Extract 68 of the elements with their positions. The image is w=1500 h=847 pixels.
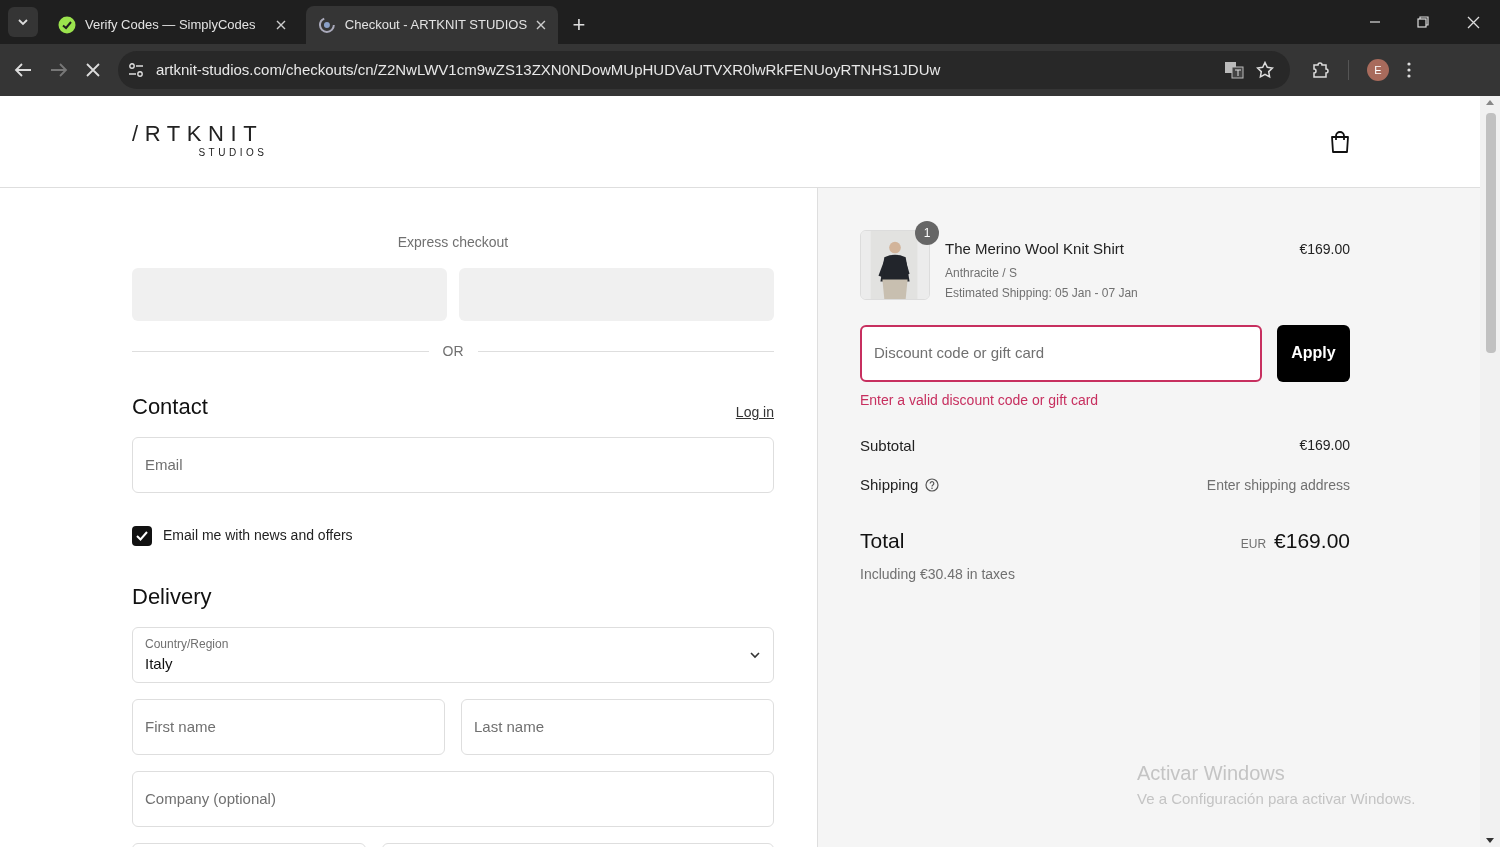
close-icon[interactable] bbox=[1467, 15, 1480, 29]
more-icon[interactable] bbox=[1407, 62, 1411, 78]
checkbox[interactable] bbox=[132, 525, 152, 546]
placeholder-text: Email bbox=[145, 454, 183, 475]
tab-title: Checkout - ARTKNIT STUDIOS bbox=[344, 16, 528, 35]
login-link[interactable]: Log in bbox=[735, 402, 774, 423]
help-icon[interactable] bbox=[925, 478, 940, 493]
subtotal-value: €169.00 bbox=[1299, 435, 1350, 455]
restore-icon[interactable] bbox=[1417, 16, 1429, 28]
quantity-badge: 1 bbox=[915, 221, 939, 245]
total-value: €169.00 bbox=[1274, 527, 1350, 554]
apply-button[interactable]: Apply bbox=[1277, 324, 1350, 382]
placeholder-text: Last name bbox=[474, 716, 545, 737]
site-settings-icon[interactable] bbox=[128, 63, 144, 77]
profile-avatar[interactable]: E bbox=[1367, 59, 1389, 81]
total-label: Total bbox=[860, 527, 905, 554]
section-heading: Express checkout bbox=[396, 233, 510, 252]
currency-code: EUR bbox=[1240, 535, 1267, 553]
tab-title: Verify Codes — SimplyCodes bbox=[85, 16, 257, 35]
loading-icon bbox=[318, 16, 336, 34]
input-field[interactable]: First name bbox=[132, 699, 445, 755]
shopping-bag-icon[interactable] bbox=[1330, 130, 1350, 153]
check-logo-icon bbox=[58, 16, 76, 34]
checkbox-label: Email me with news and offers bbox=[163, 526, 353, 545]
stop-icon[interactable] bbox=[86, 63, 100, 77]
translate-icon[interactable] bbox=[1224, 61, 1244, 79]
input-field[interactable]: Company (optional) bbox=[132, 771, 774, 827]
field-value: Italy bbox=[145, 653, 174, 674]
field-label: Country/Region bbox=[145, 635, 230, 653]
divider-label: OR bbox=[442, 342, 464, 361]
section-title: Delivery bbox=[132, 583, 213, 611]
shipping-label: Shipping bbox=[860, 475, 919, 495]
checkmark-icon bbox=[136, 530, 148, 541]
shipping-estimate: Estimated Shipping: 05 Jan - 07 Jan bbox=[945, 284, 1139, 302]
close-icon[interactable] bbox=[276, 20, 286, 30]
address-bar[interactable]: artknit-studios.com/checkouts/cn/Z2NwLWV1cm9wZS13ZXN0NDowMUpHUDVaUTVXR0lwRkFENUoyRTNHS1JDUw bbox=[118, 51, 1290, 89]
scrollbar-thumb[interactable] bbox=[1486, 113, 1496, 353]
close-icon[interactable] bbox=[536, 20, 546, 30]
placeholder-text: First name bbox=[145, 716, 216, 737]
browser-tab[interactable]: Checkout - ARTKNIT STUDIOS bbox=[306, 6, 558, 44]
input-field[interactable]: Last name bbox=[461, 699, 774, 755]
product-price: €169.00 bbox=[1299, 240, 1350, 259]
tax-note: Including €30.48 in taxes bbox=[860, 565, 1016, 584]
puzzle-piece-icon[interactable] bbox=[1312, 61, 1330, 79]
browser-tab[interactable]: Verify Codes — SimplyCodes bbox=[46, 6, 298, 44]
product-variant: Anthracite / S bbox=[945, 264, 1019, 282]
chevron-down-icon bbox=[17, 18, 29, 26]
error-message: Enter a valid discount code or gift card bbox=[860, 390, 1100, 410]
section-title: Contact bbox=[132, 393, 208, 421]
back-arrow-icon[interactable] bbox=[14, 62, 32, 78]
forward-arrow-icon[interactable] bbox=[50, 62, 68, 78]
scroll-up-icon[interactable] bbox=[1486, 100, 1494, 105]
scroll-down-icon[interactable] bbox=[1486, 838, 1494, 843]
tab-list-button[interactable] bbox=[8, 7, 38, 37]
product-name: The Merino Wool Knit Shirt bbox=[945, 239, 1125, 259]
new-tab-button[interactable]: + bbox=[564, 10, 594, 40]
star-icon[interactable] bbox=[1256, 61, 1274, 79]
input-field[interactable]: Email bbox=[132, 437, 774, 493]
placeholder-text: Company (optional) bbox=[145, 788, 276, 809]
country-select[interactable]: Country/Region Italy bbox=[132, 627, 774, 683]
url-text: artknit-studios.com/checkouts/cn/Z2NwLWV1cm9wZS13ZXN0NDowMUpHUDVaUTVXR0lwRkFENUoyRTNHS1JDUw bbox=[156, 59, 942, 80]
discount-field[interactable]: Discount code or gift card bbox=[860, 324, 1262, 382]
shipping-value: Enter shipping address bbox=[1206, 475, 1350, 495]
logo-wordmark: /RTKNIT bbox=[132, 123, 264, 145]
scrollbar[interactable] bbox=[1480, 96, 1500, 847]
chevron-down-icon bbox=[749, 651, 761, 659]
subtotal-label: Subtotal bbox=[860, 435, 916, 456]
placeholder-text: Discount code or gift card bbox=[874, 342, 1045, 363]
